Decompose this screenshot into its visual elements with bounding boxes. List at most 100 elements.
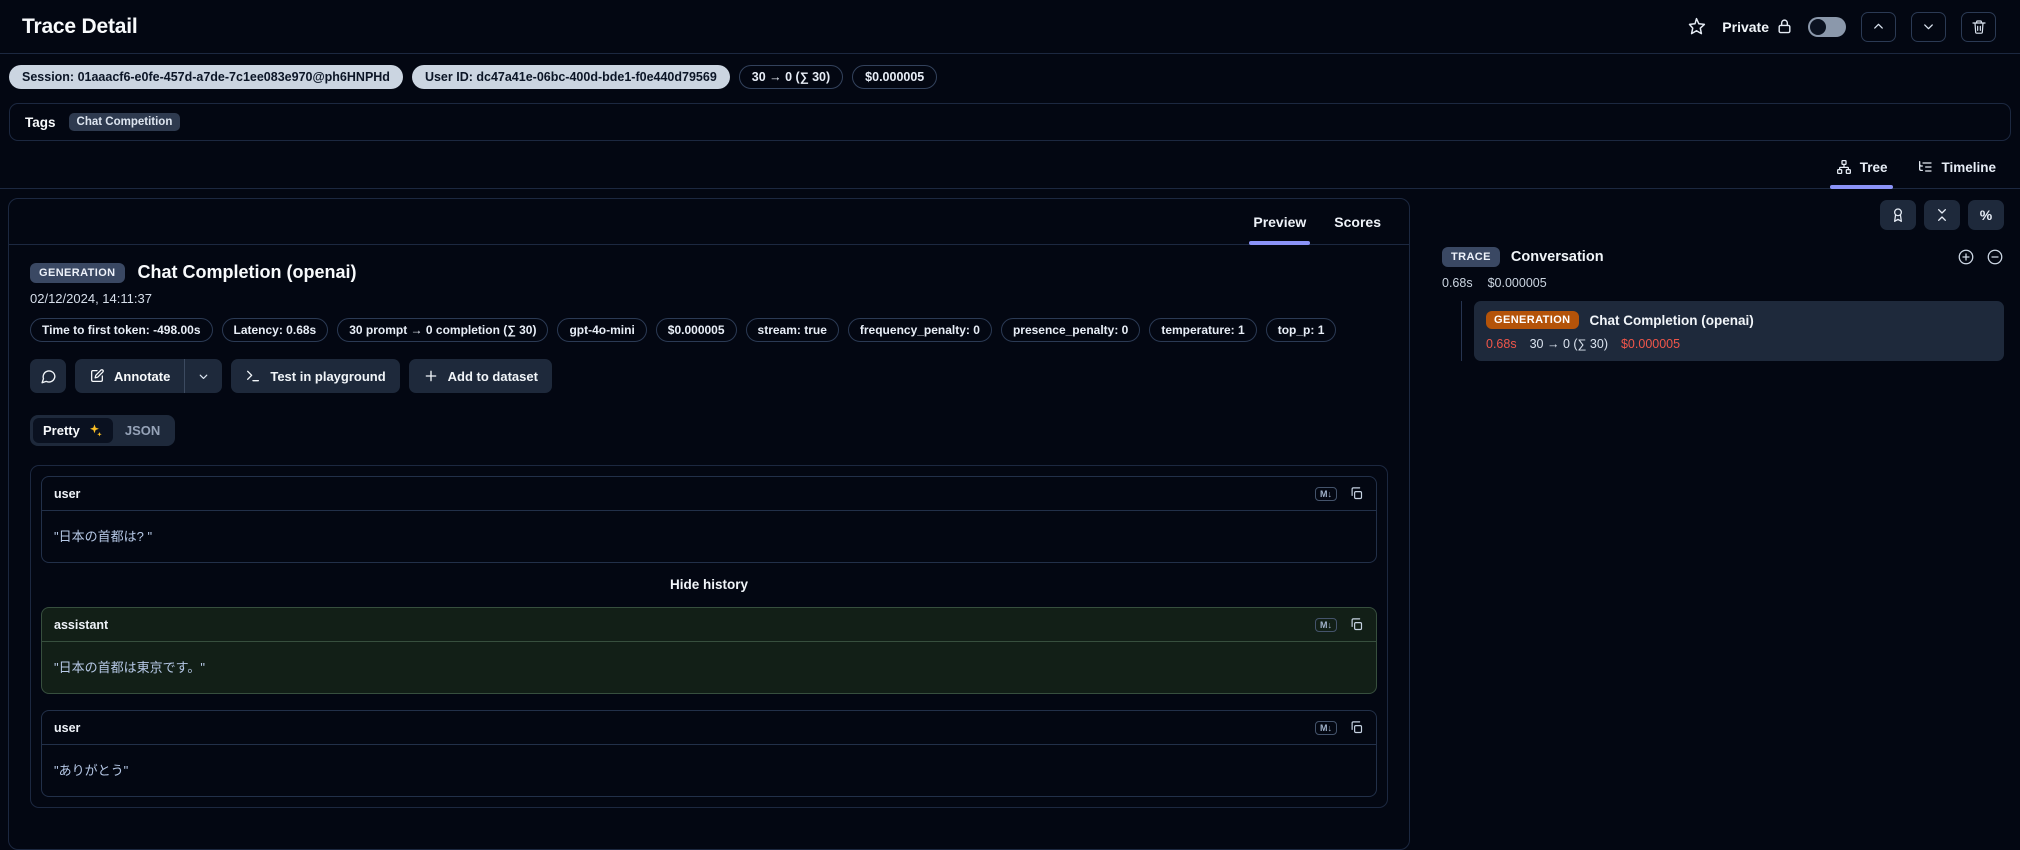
message-assistant: assistant M↓ "日本の首都は東京です。" [41,607,1377,694]
circle-minus-icon[interactable] [1986,248,2004,266]
privacy-status: Private [1722,18,1793,35]
plus-icon [423,368,439,384]
delete-trace-button[interactable] [1961,11,1996,42]
hide-history-button[interactable]: Hide history [41,563,1377,607]
trace-expand-controls [1957,248,2004,266]
metrics-toggle-button[interactable]: % [1968,200,2004,230]
message-content: "日本の首都は? " [54,529,153,544]
observation-title: Chat Completion (openai) [137,262,357,282]
message-header: assistant M↓ [42,608,1376,642]
metric-badge-cost: $0.000005 [655,318,737,342]
comment-button[interactable] [30,359,66,393]
message-content: "日本の首都は東京です。" [54,660,205,675]
token-usage-badge: 30 → 0 (∑ 30) [738,65,844,89]
tag-chip[interactable]: Chat Competition [68,113,181,131]
generation-type-badge: GENERATION [1486,311,1579,329]
tree-node-metrics: 0.68s 30 → 0 (∑ 30) $0.000005 [1486,337,1992,351]
list-tree-icon [1917,159,1933,175]
markdown-toggle-icon[interactable]: M↓ [1315,617,1337,632]
message-header: user M↓ [42,711,1376,745]
tab-timeline-label: Timeline [1941,159,1996,175]
tree-panel-controls: % [1438,200,2004,230]
tags-label: Tags [25,114,56,130]
copy-icon[interactable] [1349,486,1364,501]
copy-icon[interactable] [1349,617,1364,632]
sparkles-icon [88,423,103,438]
annotate-button[interactable]: Annotate [75,359,184,393]
add-to-dataset-button[interactable]: Add to dataset [408,359,552,393]
trace-latency: 0.68s [1442,276,1473,290]
annotate-dropdown-button[interactable] [185,359,222,393]
node-latency: 0.68s [1486,337,1517,351]
observation-body: GENERATION Chat Completion (openai) 02/1… [9,245,1409,825]
percent-icon: % [1979,207,1993,223]
observation-tabs: Preview Scores [9,199,1409,245]
trace-type-badge: TRACE [1442,247,1500,267]
metric-badge-frequency-penalty: frequency_penalty: 0 [847,318,992,342]
chevrons-down-up-icon [1934,207,1950,223]
message-content: "ありがとう" [54,763,129,778]
tab-tree-label: Tree [1859,159,1888,175]
trace-title: Conversation [1510,249,1604,265]
cost-badge: $0.000005 [852,65,938,89]
add-to-dataset-label: Add to dataset [447,368,538,384]
message-role: user [54,486,81,501]
message-tools: M↓ [1315,617,1364,632]
message-user-2: user M↓ "ありがとう" [41,710,1377,797]
messages-container: user M↓ "日本の首都は? " Hide history assistan… [30,465,1388,808]
metric-badge-latency: Latency: 0.68s [221,318,329,342]
tree-children: GENERATION Chat Completion (openai) 0.68… [1461,301,2004,361]
trace-root-row[interactable]: TRACE Conversation [1438,247,2004,267]
markdown-toggle-icon[interactable]: M↓ [1315,720,1337,735]
toggle-knob [1810,18,1826,35]
format-pretty-option[interactable]: Pretty [33,418,113,443]
metric-badge-presence-penalty: presence_penalty: 0 [1000,318,1141,342]
scores-toggle-button[interactable] [1880,200,1916,230]
metric-badge-ttft: Time to first token: -498.00s [30,318,213,342]
annotate-label: Annotate [114,368,171,384]
tab-scores[interactable]: Scores [1320,204,1395,244]
comment-bubble-icon [40,368,57,385]
user-id-badge[interactable]: User ID: dc47a41e-06bc-400d-bde1-f0e440d… [411,65,730,89]
tree-node-title: Chat Completion (openai) [1589,312,1754,328]
format-json-option[interactable]: JSON [113,418,172,443]
session-badge[interactable]: Session: 01aaacf6-e0fe-457d-a7de-7c1ee08… [9,65,403,89]
markdown-toggle-icon[interactable]: M↓ [1315,486,1337,501]
terminal-icon [245,368,261,384]
next-trace-button[interactable] [1911,11,1946,42]
header-controls: Private [1686,11,1996,42]
observation-metric-badges: Time to first token: -498.00s Latency: 0… [30,318,1360,342]
message-role: assistant [54,617,109,632]
tab-timeline[interactable]: Timeline [1905,149,2008,188]
tab-preview[interactable]: Preview [1239,204,1320,245]
privacy-label: Private [1722,18,1769,35]
award-icon [1890,207,1906,223]
tags-bar[interactable]: Tags Chat Competition [9,103,2011,141]
message-tools: M↓ [1315,720,1364,735]
node-cost: $0.000005 [1620,337,1681,351]
format-pretty-label: Pretty [43,423,80,438]
tab-tree[interactable]: Tree [1824,149,1900,189]
view-tabs: Tree Timeline [0,141,2020,189]
content-area: Preview Scores GENERATION Chat Completio… [0,189,2020,850]
copy-icon[interactable] [1349,720,1364,735]
circle-plus-icon[interactable] [1957,248,1975,266]
playground-button[interactable]: Test in playground [231,359,400,393]
tree-network-icon [1836,159,1852,175]
format-toggle: Pretty JSON [30,415,176,446]
public-toggle[interactable] [1808,16,1846,37]
metric-badge-model[interactable]: gpt-4o-mini [557,318,647,342]
observation-actions: Annotate Test in playground Add to datas… [30,359,1388,393]
metric-badge-temperature: temperature: 1 [1149,318,1257,342]
prev-trace-button[interactable] [1861,11,1896,42]
message-user-1: user M↓ "日本の首都は? " [41,476,1377,563]
collapse-all-button[interactable] [1924,200,1960,230]
bookmark-star-icon[interactable] [1686,16,1707,37]
page-title: Trace Detail [22,14,138,38]
observation-card: Preview Scores GENERATION Chat Completio… [8,198,1410,850]
chevron-down-icon [197,370,210,383]
message-role: user [54,720,81,735]
observation-type-badge: GENERATION [30,262,125,283]
trace-tree-panel: % TRACE Conversation 0.68s $0.000005 GEN… [1424,198,2012,361]
tree-node-generation[interactable]: GENERATION Chat Completion (openai) 0.68… [1474,301,2004,361]
